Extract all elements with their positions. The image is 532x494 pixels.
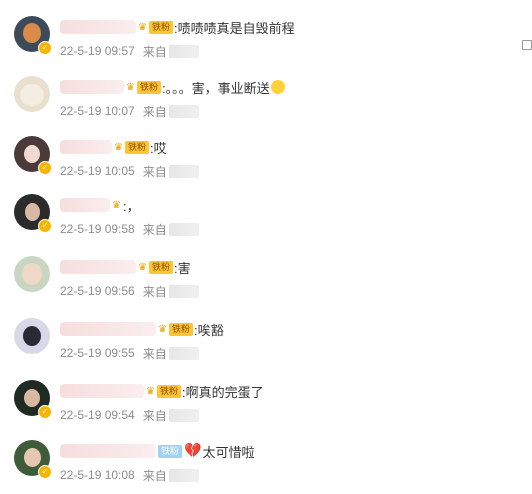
username-blurred[interactable] — [60, 20, 136, 34]
source-blurred — [168, 222, 199, 236]
comment-text: :啧啧啧真是自毁前程 — [174, 20, 295, 36]
source-blurred — [168, 104, 199, 118]
comment-item: ✓ 铁粉 💔 太可惜啦 22-5-19 10:08 来自 — [0, 436, 532, 494]
comment-time: 22-5-19 10:07 — [60, 104, 135, 118]
comment-item: ✓ ♛ :， 22-5-19 09:58 来自 — [0, 190, 532, 248]
comment-text: :， — [123, 198, 140, 214]
source-blurred — [168, 346, 199, 360]
broken-heart-icon: 💔 — [184, 443, 202, 459]
source-label: 来自 — [142, 284, 167, 299]
comment-text: 太可惜啦 — [202, 444, 255, 460]
source-blurred — [168, 408, 199, 422]
crown-icon: ♛ — [112, 199, 121, 211]
avatar[interactable] — [14, 256, 50, 292]
crown-icon: ♛ — [126, 81, 135, 93]
comment-text: :哎 — [150, 140, 167, 156]
avatar[interactable] — [14, 318, 50, 354]
comment-item: ♛ 铁粉 :唉豁 22-5-19 09:55 来自 — [0, 314, 532, 372]
fan-badge: 铁粉 — [149, 260, 174, 274]
username-blurred[interactable] — [60, 198, 110, 212]
crying-emoji-icon — [270, 80, 285, 94]
source-label: 来自 — [142, 222, 167, 237]
comment-time: 22-5-19 09:56 — [60, 284, 135, 298]
source-blurred — [168, 284, 199, 298]
avatar[interactable] — [14, 76, 50, 112]
verified-icon: ✓ — [38, 161, 52, 175]
verified-icon: ✓ — [38, 219, 52, 233]
comment-text: :唉豁 — [194, 322, 224, 338]
crown-icon: ♛ — [114, 141, 123, 153]
source-blurred — [168, 468, 199, 482]
fan-badge: 铁粉 — [149, 20, 174, 34]
fan-badge: 铁粉 — [157, 384, 182, 398]
source-blurred — [168, 44, 199, 58]
fan-badge: 铁粉 — [158, 444, 183, 458]
comment-item: ✓ ♛ 铁粉 :啊真的完蛋了 22-5-19 09:54 来自 — [0, 376, 532, 434]
source-label: 来自 — [142, 408, 167, 423]
source-label: 来自 — [142, 346, 167, 361]
comment-time: 22-5-19 10:08 — [60, 468, 135, 482]
comment-item: ♛ 铁粉 :。。。害，事业断送 22-5-19 10:07 来自 — [0, 72, 532, 130]
source-label: 来自 — [142, 44, 167, 59]
comment-time: 22-5-19 09:54 — [60, 408, 135, 422]
source-label: 来自 — [142, 104, 167, 119]
source-label: 来自 — [142, 164, 167, 179]
comment-time: 22-5-19 10:05 — [60, 164, 135, 178]
source-blurred — [168, 164, 199, 178]
source-label: 来自 — [142, 468, 167, 483]
username-blurred[interactable] — [60, 384, 144, 398]
fan-badge: 铁粉 — [125, 140, 150, 154]
username-blurred[interactable] — [60, 322, 156, 336]
crown-icon: ♛ — [138, 21, 147, 33]
comment-time: 22-5-19 09:55 — [60, 346, 135, 360]
crown-icon: ♛ — [146, 385, 155, 397]
username-blurred[interactable] — [60, 260, 136, 274]
fan-badge: 铁粉 — [137, 80, 162, 94]
comment-text: :害 — [174, 260, 191, 276]
username-blurred[interactable] — [60, 444, 156, 458]
comment-item: ✓ ♛ 铁粉 :啧啧啧真是自毁前程 22-5-19 09:57 来自 — [0, 12, 532, 70]
comment-text: :。。。害，事业断送 — [162, 80, 270, 96]
verified-icon: ✓ — [38, 465, 52, 479]
verified-icon: ✓ — [38, 405, 52, 419]
verified-icon: ✓ — [38, 41, 52, 55]
comment-time: 22-5-19 09:58 — [60, 222, 135, 236]
comment-text: :啊真的完蛋了 — [182, 384, 264, 400]
comment-item: ✓ ♛ 铁粉 :哎 22-5-19 10:05 来自 — [0, 132, 532, 190]
crown-icon: ♛ — [158, 323, 167, 335]
crown-icon: ♛ — [138, 261, 147, 273]
expand-icon[interactable] — [522, 40, 532, 50]
username-blurred[interactable] — [60, 140, 112, 154]
comment-item: ♛ 铁粉 :害 22-5-19 09:56 来自 — [0, 252, 532, 310]
fan-badge: 铁粉 — [169, 322, 194, 336]
comment-time: 22-5-19 09:57 — [60, 44, 135, 58]
username-blurred[interactable] — [60, 80, 124, 94]
